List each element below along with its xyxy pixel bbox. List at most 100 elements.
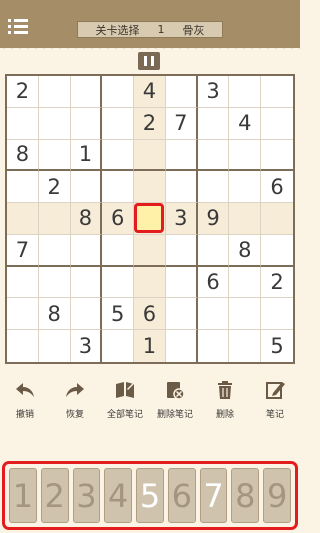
cell[interactable] [102, 76, 135, 108]
cell[interactable] [134, 139, 166, 172]
cell[interactable] [102, 266, 135, 299]
cell[interactable]: 8 [70, 203, 103, 235]
cell[interactable] [7, 298, 39, 331]
cell[interactable] [229, 330, 262, 362]
cell[interactable] [165, 76, 198, 108]
cell[interactable] [229, 171, 262, 204]
cell[interactable]: 2 [7, 76, 39, 108]
delete-notes-button[interactable]: 删除笔记 [150, 380, 200, 420]
cell[interactable]: 4 [229, 107, 262, 140]
number-button-6[interactable]: 6 [167, 468, 196, 523]
cell[interactable] [7, 107, 39, 140]
cell[interactable] [7, 266, 39, 299]
cell[interactable] [38, 76, 71, 108]
cell[interactable]: 8 [7, 139, 39, 172]
cell[interactable]: 7 [7, 234, 39, 267]
cell[interactable] [165, 234, 198, 267]
cell[interactable] [261, 298, 293, 331]
cell[interactable]: 3 [71, 330, 103, 362]
cell-digit: 2 [15, 79, 30, 104]
cell[interactable] [261, 203, 293, 235]
cell[interactable] [102, 330, 135, 362]
cell[interactable] [197, 139, 230, 172]
cell[interactable] [134, 234, 166, 267]
cell[interactable] [38, 234, 71, 267]
all-notes-button[interactable]: 全部笔记 [100, 380, 150, 420]
cell[interactable] [165, 298, 198, 331]
menu-icon[interactable] [8, 19, 28, 35]
cell[interactable]: 8 [229, 234, 262, 267]
number-button-1[interactable]: 1 [9, 468, 37, 523]
cell[interactable] [70, 266, 103, 299]
cell[interactable]: 8 [38, 298, 71, 331]
cell[interactable] [134, 171, 166, 204]
cell[interactable] [229, 76, 262, 108]
cell[interactable] [102, 171, 135, 204]
redo-button[interactable]: 恢复 [50, 380, 100, 420]
cell[interactable]: 4 [134, 76, 166, 108]
cell[interactable]: 6 [102, 203, 135, 235]
cell[interactable] [165, 139, 198, 172]
cell[interactable] [165, 171, 198, 204]
cell[interactable] [197, 298, 230, 331]
cell[interactable]: 2 [261, 267, 293, 299]
cell[interactable]: 2 [134, 107, 166, 140]
cell[interactable]: 1 [134, 330, 166, 362]
cell[interactable] [229, 298, 262, 331]
cell[interactable]: 6 [197, 266, 230, 299]
selected-cell[interactable] [134, 203, 166, 235]
cell[interactable]: 5 [102, 298, 135, 331]
cell[interactable]: 1 [70, 139, 103, 172]
cell[interactable] [198, 330, 230, 362]
cell[interactable] [38, 266, 71, 299]
number-button-5[interactable]: 5 [136, 468, 164, 523]
cell[interactable] [7, 330, 39, 362]
cell[interactable] [261, 140, 293, 172]
cell[interactable] [70, 234, 103, 267]
cell[interactable]: 3 [197, 76, 230, 108]
cell[interactable] [197, 171, 230, 204]
notes-button[interactable]: 笔记 [250, 380, 300, 420]
cell[interactable] [7, 171, 39, 204]
cell[interactable] [38, 203, 71, 235]
cell[interactable] [166, 330, 198, 362]
cell[interactable]: 6 [261, 171, 293, 204]
cell[interactable] [38, 139, 71, 172]
cell[interactable] [70, 107, 103, 140]
cell[interactable] [7, 203, 39, 235]
cell[interactable] [197, 107, 230, 140]
cell[interactable] [70, 171, 103, 204]
cell[interactable]: 3 [165, 203, 198, 235]
cell[interactable] [197, 234, 230, 267]
pause-button[interactable] [138, 52, 160, 70]
number-button-2[interactable]: 2 [40, 468, 69, 523]
cell[interactable] [70, 76, 103, 108]
number-button-9[interactable]: 9 [263, 468, 292, 523]
cell[interactable] [38, 107, 71, 140]
cell[interactable] [261, 108, 293, 140]
cell[interactable] [229, 203, 262, 235]
number-button-8[interactable]: 8 [231, 468, 260, 523]
delete-button[interactable]: 删除 [200, 380, 250, 420]
cell[interactable]: 9 [197, 203, 230, 235]
cell[interactable] [39, 330, 71, 362]
cell[interactable]: 2 [38, 171, 71, 204]
level-select-button[interactable]: 关卡选择 1 骨灰 [77, 21, 223, 38]
cell[interactable]: 7 [165, 107, 198, 140]
cell[interactable] [102, 139, 135, 172]
cell[interactable] [229, 266, 262, 299]
cell[interactable]: 5 [261, 330, 293, 362]
cell[interactable] [261, 235, 293, 267]
cell[interactable] [134, 266, 166, 299]
cell[interactable] [229, 139, 262, 172]
cell[interactable] [102, 234, 135, 267]
number-button-3[interactable]: 3 [72, 468, 101, 523]
undo-button[interactable]: 撤销 [0, 380, 50, 420]
number-button-7[interactable]: 7 [199, 468, 228, 523]
cell[interactable] [165, 266, 198, 299]
number-button-4[interactable]: 4 [104, 468, 133, 523]
cell[interactable] [70, 298, 103, 331]
cell[interactable] [102, 107, 135, 140]
cell[interactable]: 6 [134, 298, 166, 331]
cell[interactable] [261, 76, 293, 108]
